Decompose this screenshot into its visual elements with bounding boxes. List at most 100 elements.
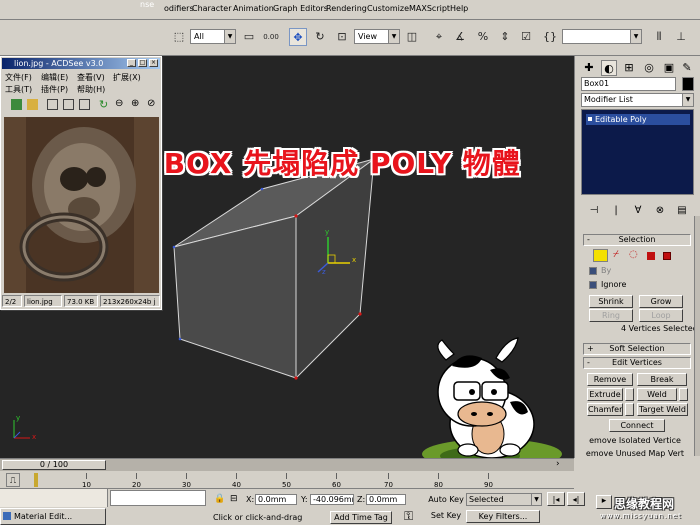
configure-sets-icon[interactable]: ▤ bbox=[675, 204, 689, 218]
border-mode-icon[interactable]: ◌ bbox=[629, 249, 638, 260]
y-coordinate-field[interactable]: -40.096mm bbox=[310, 494, 354, 505]
fullscreen-icon[interactable] bbox=[79, 99, 90, 110]
acdsee-menu-view[interactable]: 查看(V) bbox=[77, 72, 105, 83]
select-object-icon[interactable]: ▭ bbox=[240, 28, 258, 46]
go-to-start-icon[interactable]: |◂ bbox=[547, 492, 565, 506]
absolute-mode-icon[interactable]: ⊟ bbox=[230, 494, 238, 504]
modify-tab-icon[interactable]: ◐ bbox=[601, 60, 617, 76]
rotate-icon[interactable]: ↻ bbox=[311, 28, 329, 46]
pin-stack-icon[interactable]: ⊣ bbox=[587, 204, 601, 218]
edge-mode-icon[interactable]: ⌿ bbox=[613, 249, 619, 260]
chamfer-button[interactable]: Chamfer bbox=[587, 403, 623, 416]
next-image-icon[interactable] bbox=[63, 99, 74, 110]
perspective-viewport[interactable]: x y z x y 建個 BOX 先塌陷成 POLY 物體 lion.jpg -… bbox=[0, 56, 574, 458]
show-end-result-icon[interactable]: | bbox=[609, 204, 623, 218]
by-vertex-checkbox[interactable] bbox=[589, 267, 597, 275]
named-sets-icon[interactable]: {} bbox=[541, 28, 559, 46]
pivot-icon[interactable]: ◫ bbox=[403, 28, 421, 46]
maxscript-listener-mini[interactable] bbox=[0, 489, 108, 507]
modifier-list-dropdown[interactable]: Modifier List ▼ bbox=[581, 93, 694, 107]
snap-icon[interactable]: ⌖ bbox=[430, 28, 448, 46]
zoom-fit-icon[interactable]: ⊘ bbox=[147, 98, 155, 109]
add-time-tag-button[interactable]: Add Time Tag bbox=[330, 511, 392, 524]
vertex-mode-icon[interactable] bbox=[593, 249, 608, 262]
next-frame-icon[interactable]: › bbox=[556, 459, 560, 469]
minimize-icon[interactable]: _ bbox=[127, 59, 136, 67]
acdsee-title-bar[interactable]: lion.jpg - ACDSee v3.0 _ □ × bbox=[2, 58, 160, 69]
select-region-icon[interactable]: ⬚ bbox=[170, 28, 188, 46]
ignore-backfacing-checkbox[interactable] bbox=[589, 281, 597, 289]
acdsee-menu-file[interactable]: 文件(F) bbox=[5, 72, 32, 83]
acdsee-menu-extend[interactable]: 扩展(X) bbox=[113, 72, 141, 83]
target-weld-button[interactable]: Target Weld bbox=[637, 403, 688, 416]
spinner-snap-icon[interactable]: ⇕ bbox=[496, 28, 514, 46]
acdsee-window[interactable]: lion.jpg - ACDSee v3.0 _ □ × 文件(F) 编辑(E)… bbox=[0, 56, 162, 310]
menu-customize[interactable]: Customize bbox=[367, 4, 409, 13]
modifier-stack[interactable]: Editable Poly bbox=[581, 109, 694, 195]
menu-graph-editors[interactable]: Graph Editors bbox=[273, 4, 328, 13]
menu-help[interactable]: Help bbox=[450, 4, 468, 13]
reference-coord-dropdown[interactable]: View ▼ bbox=[354, 29, 400, 44]
move-icon[interactable]: ✥ bbox=[289, 28, 307, 46]
menu-animation[interactable]: Animation bbox=[233, 4, 274, 13]
remove-button[interactable]: Remove bbox=[587, 373, 633, 386]
motion-tab-icon[interactable]: ◎ bbox=[641, 60, 657, 76]
open-folder-icon[interactable] bbox=[27, 99, 38, 110]
selection-rollout-header[interactable]: - Selection bbox=[583, 234, 691, 246]
weld-button[interactable]: Weld bbox=[637, 388, 677, 401]
command-panel-scrollbar[interactable] bbox=[694, 216, 700, 456]
z-coordinate-field[interactable]: 0.0mm bbox=[366, 494, 406, 505]
set-key-icon[interactable]: ⚿ bbox=[404, 509, 413, 524]
object-color-swatch[interactable] bbox=[682, 77, 694, 91]
remove-unused-map-verts-button[interactable]: emove Unused Map Vert bbox=[579, 450, 691, 458]
grow-button[interactable]: Grow bbox=[639, 295, 683, 308]
close-icon[interactable]: × bbox=[149, 59, 158, 67]
display-tab-icon[interactable]: ▣ bbox=[661, 60, 677, 76]
zoom-out-icon[interactable]: ⊖ bbox=[115, 98, 123, 109]
acdsee-menu-help[interactable]: 帮助(H) bbox=[77, 84, 105, 95]
key-mode-dropdown[interactable]: Selected ▼ bbox=[466, 493, 542, 506]
auto-key-button[interactable]: Auto Key bbox=[428, 494, 464, 507]
create-tab-icon[interactable]: ✚ bbox=[581, 60, 597, 76]
make-unique-icon[interactable]: ∀ bbox=[631, 204, 645, 218]
loop-button[interactable]: Loop bbox=[639, 309, 683, 322]
percent-snap-icon[interactable]: % bbox=[474, 28, 492, 46]
track-bar[interactable]: ⎍ 10 20 30 40 50 60 70 80 90 bbox=[0, 471, 574, 489]
lock-selection-icon[interactable]: 🔒 bbox=[214, 494, 225, 504]
utilities-tab-icon[interactable]: ✎ bbox=[679, 60, 695, 76]
key-mode-icon[interactable]: ⎍ bbox=[6, 473, 20, 487]
prev-image-icon[interactable] bbox=[47, 99, 58, 110]
time-slider-knob[interactable]: 0 / 100 bbox=[2, 460, 106, 470]
prev-frame-icon[interactable]: ◂| bbox=[567, 492, 585, 506]
angle-snap-icon[interactable]: ∡ bbox=[451, 28, 469, 46]
acdsee-menu-tools[interactable]: 工具(T) bbox=[5, 84, 32, 95]
time-slider[interactable]: 0 / 100 › bbox=[0, 458, 574, 471]
menu-rendering[interactable]: Rendering bbox=[326, 4, 367, 13]
refresh-icon[interactable]: ↻ bbox=[99, 98, 108, 111]
acdsee-menu-plugins[interactable]: 插件(P) bbox=[41, 84, 68, 95]
maxscript-input[interactable] bbox=[110, 490, 206, 506]
remove-modifier-icon[interactable]: ⊗ bbox=[653, 204, 667, 218]
soft-selection-rollout-header[interactable]: + Soft Selection bbox=[583, 343, 691, 355]
x-coordinate-field[interactable]: 0.0mm bbox=[255, 494, 297, 505]
weld-settings-icon[interactable] bbox=[679, 388, 688, 401]
mirror-icon[interactable]: ⫴ bbox=[650, 28, 668, 46]
ring-button[interactable]: Ring bbox=[589, 309, 633, 322]
menu-modifiers[interactable]: odifiers bbox=[164, 4, 194, 13]
shrink-button[interactable]: Shrink bbox=[589, 295, 633, 308]
menu-maxscript[interactable]: MAXScript bbox=[409, 4, 450, 13]
extrude-settings-icon[interactable] bbox=[625, 388, 634, 401]
spinner-readout[interactable]: 0.00 bbox=[262, 28, 280, 46]
menu-character[interactable]: Character bbox=[192, 4, 232, 13]
remove-isolated-vertices-button[interactable]: emove Isolated Vertice bbox=[579, 435, 691, 448]
break-button[interactable]: Break bbox=[637, 373, 687, 386]
element-mode-icon[interactable] bbox=[663, 252, 671, 260]
extrude-button[interactable]: Extrude bbox=[587, 388, 623, 401]
stack-item-editable-poly[interactable]: Editable Poly bbox=[586, 114, 690, 125]
scale-icon[interactable]: ⊡ bbox=[333, 28, 351, 46]
edit-named-selections-icon[interactable]: ☑ bbox=[517, 28, 535, 46]
zoom-in-icon[interactable]: ⊕ bbox=[131, 98, 139, 109]
object-name-field[interactable]: Box01 bbox=[581, 77, 676, 91]
maximize-icon[interactable]: □ bbox=[138, 59, 147, 67]
polygon-mode-icon[interactable] bbox=[647, 252, 655, 260]
